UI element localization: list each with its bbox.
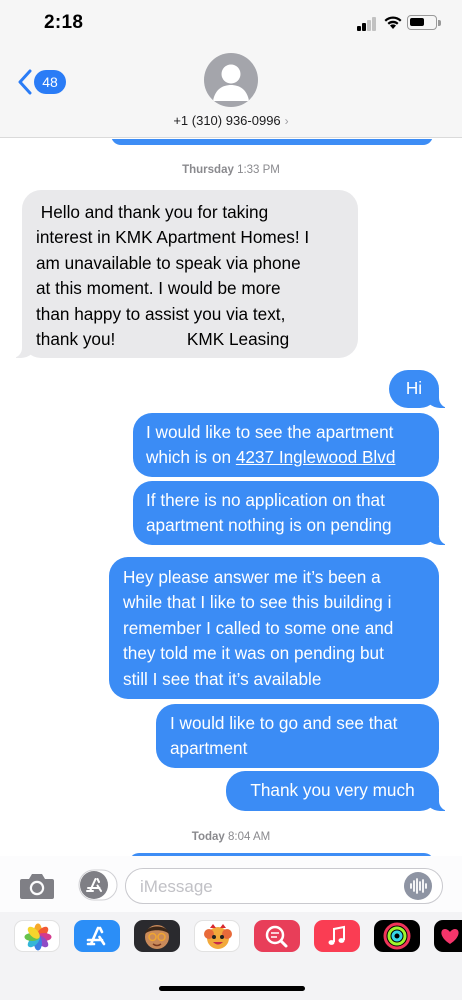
address-link[interactable]: 4237 Inglewood Blvd <box>236 447 396 467</box>
app-store-icon[interactable] <box>74 920 120 952</box>
contact-name: +1 (310) 936-0996 <box>173 113 281 128</box>
timestamp-time: 1:33 PM <box>237 164 280 176</box>
status-time: 2:18 <box>44 12 84 33</box>
battery-icon <box>407 15 437 30</box>
previous-message-bubble[interactable] <box>111 139 433 145</box>
message-text: Hey please answer me it’s been a while t… <box>123 567 394 689</box>
timestamp: Thursday 1:33 PM <box>0 164 462 176</box>
outgoing-message-bubble[interactable]: I would like to see the apartment which … <box>133 413 439 477</box>
outgoing-message-bubble[interactable]: Thank you very much <box>226 771 449 811</box>
timestamp-day: Today <box>191 831 225 843</box>
cellular-signal-icon <box>357 17 377 31</box>
timestamp-day: Thursday <box>182 164 234 176</box>
photos-icon[interactable] <box>14 920 60 952</box>
message-thread[interactable]: Thursday 1:33 PM Hello and thank you for… <box>0 139 462 856</box>
message-text: I would like to go and see that apartmen… <box>170 713 398 759</box>
timestamp-time: 8:04 AM <box>228 831 271 843</box>
waveform-icon <box>410 878 427 894</box>
outgoing-message-bubble[interactable]: If there is no application on that apart… <box>133 481 449 545</box>
message-text: Hello and thank you for taking interest … <box>36 202 310 350</box>
voice-message-button[interactable] <box>404 872 432 900</box>
back-button[interactable]: 48 <box>18 68 68 98</box>
app-store-icon <box>78 869 118 901</box>
memoji-icon[interactable] <box>134 920 180 952</box>
outgoing-message-bubble[interactable]: I would like to go and see that apartmen… <box>156 704 439 768</box>
animoji-icon[interactable] <box>194 920 240 952</box>
home-indicator <box>159 986 305 991</box>
chevron-left-icon <box>18 69 32 95</box>
image-search-icon[interactable] <box>254 920 300 952</box>
person-icon <box>213 64 249 101</box>
timestamp: Today 8:04 AM <box>0 831 462 843</box>
message-input-placeholder: iMessage <box>140 877 213 896</box>
outgoing-message-bubble[interactable]: Hey please answer me it’s been a while t… <box>109 557 439 699</box>
outgoing-message-bubble[interactable]: Hi <box>389 370 449 408</box>
compose-bar: iMessage <box>0 856 462 912</box>
camera-icon[interactable] <box>19 872 55 900</box>
apps-button[interactable] <box>78 869 118 901</box>
digital-touch-icon[interactable] <box>434 920 462 952</box>
message-input[interactable]: iMessage <box>125 868 443 904</box>
message-text: If there is no application on that apart… <box>146 490 392 536</box>
unread-count-badge: 48 <box>34 70 66 94</box>
incoming-message-bubble[interactable]: Hello and thank you for taking interest … <box>12 190 358 358</box>
contact-avatar[interactable] <box>204 53 258 107</box>
wifi-icon <box>384 16 402 29</box>
message-text: Thank you very much <box>250 780 415 800</box>
status-bar: 2:18 <box>0 0 462 48</box>
message-text: Hi <box>405 378 423 398</box>
fitness-icon[interactable] <box>374 920 420 952</box>
music-icon[interactable] <box>314 920 360 952</box>
conversation-header: 48 +1 (310) 936-0996 › <box>0 48 462 138</box>
battery-cap <box>438 20 441 26</box>
contact-name-button[interactable]: +1 (310) 936-0996 › <box>0 113 462 128</box>
chevron-right-icon: › <box>284 114 289 128</box>
